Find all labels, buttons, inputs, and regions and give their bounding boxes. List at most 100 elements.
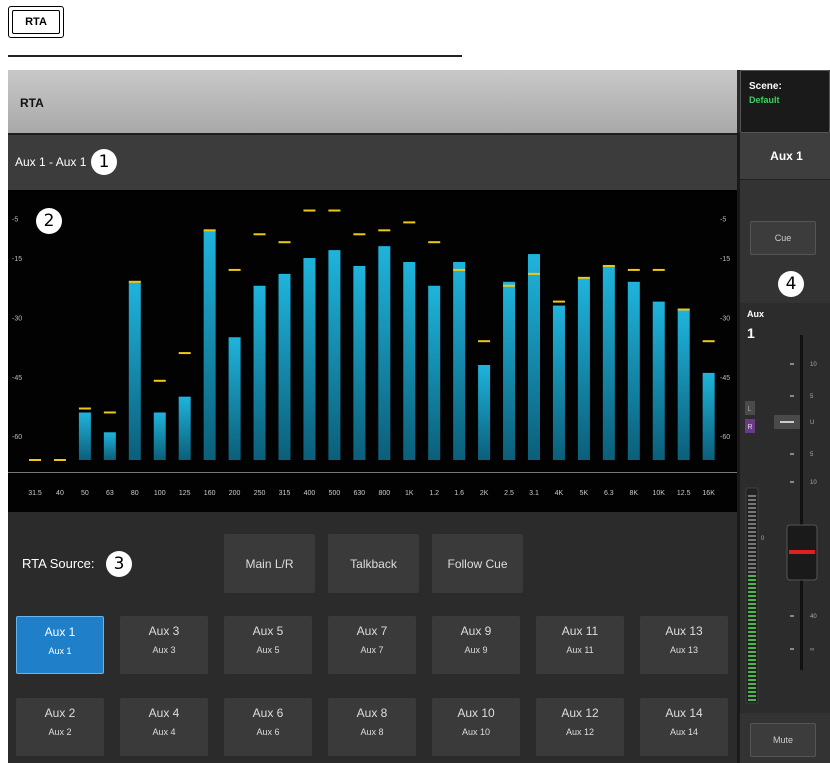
- mute-button[interactable]: Mute: [750, 723, 816, 757]
- x-tick-label: 10K: [653, 490, 666, 497]
- x-tick-label: 2.5: [504, 490, 514, 497]
- fader-svg: L R 0 10 5 U 5 10 40 ∞: [745, 335, 818, 704]
- source-talkback-button[interactable]: Talkback: [328, 534, 419, 593]
- x-tick-label: 1K: [405, 490, 414, 497]
- meter-segment: [748, 579, 756, 581]
- channel-sidebar: Aux 1 Cue 4 Aux 1 L R 0 10 5 U 5 10 40 ∞ Mute: [737, 133, 830, 763]
- aux-button-sublabel: Aux 11: [566, 645, 594, 655]
- aux-button-aux-2[interactable]: Aux 2 Aux 2: [16, 698, 104, 756]
- aux-button-aux-8[interactable]: Aux 8 Aux 8: [328, 698, 416, 756]
- rta-bar: [178, 396, 191, 460]
- x-tick-label: 2K: [480, 490, 489, 497]
- x-tick-label: 500: [329, 490, 341, 497]
- cue-button[interactable]: Cue: [750, 221, 816, 255]
- aux-button-label: Aux 12: [561, 706, 599, 720]
- aux-button-aux-6[interactable]: Aux 6 Aux 6: [224, 698, 312, 756]
- aux-button-sublabel: Aux 14: [669, 727, 699, 737]
- rta-peak-marker: [103, 411, 116, 414]
- x-tick-label: 1.6: [454, 490, 464, 497]
- meter-segment: [748, 631, 756, 633]
- meter-segment: [748, 591, 756, 593]
- meter-segment: [748, 687, 756, 689]
- meter-segment: [748, 699, 756, 701]
- aux-button-aux-14[interactable]: Aux 14 Aux 14: [640, 698, 728, 756]
- meter-segment: [748, 615, 756, 617]
- rta-peak-marker: [328, 209, 341, 212]
- meter-segment: [748, 627, 756, 629]
- aux-button-aux-7[interactable]: Aux 7 Aux 7: [328, 616, 416, 674]
- scene-label: Scene:: [749, 81, 782, 92]
- mixer-app: RTA Scene: Default Aux 1 - Aux 1 1 -5 -5-…: [8, 70, 830, 763]
- meter-segment: [748, 655, 756, 657]
- aux-button-aux-9[interactable]: Aux 9 Aux 9: [432, 616, 520, 674]
- fader-scale-label: 10: [810, 480, 817, 486]
- aux-button-sublabel: Aux 6: [256, 727, 280, 737]
- rta-bar: [203, 230, 216, 460]
- page-title: RTA: [20, 96, 44, 110]
- x-tick-label: 63: [106, 490, 114, 497]
- aux-button-aux-5[interactable]: Aux 5 Aux 5: [224, 616, 312, 674]
- rta-bar: [103, 432, 116, 460]
- aux-button-sublabel: Aux 13: [669, 645, 699, 655]
- x-tick-label: 630: [354, 490, 366, 497]
- rta-peak-marker: [577, 276, 590, 279]
- rta-bar: [128, 281, 141, 460]
- rta-peak-marker: [428, 241, 441, 244]
- rta-bar: [627, 281, 640, 460]
- x-tick-label: 4K: [555, 490, 564, 497]
- y-tick-right: -15: [720, 256, 730, 263]
- meter-segment: [748, 559, 756, 561]
- x-tick-label: 100: [154, 490, 166, 497]
- rta-peak-marker: [228, 268, 241, 271]
- source-main-lr-button[interactable]: Main L/R: [224, 534, 315, 593]
- chart-baseline: [8, 472, 737, 473]
- meter-segment: [748, 643, 756, 645]
- meter-segment: [748, 671, 756, 673]
- x-tick-label: 315: [279, 490, 291, 497]
- aux-button-aux-1[interactable]: Aux 1 Aux 1: [16, 616, 104, 674]
- y-tick-left: -45: [12, 375, 22, 382]
- y-tick-right: -45: [720, 375, 730, 382]
- rta-chart: -5 -5 -15 -15 -30 -30 -45 -45 -60 -60 31.5 40 50 63 80…: [8, 190, 737, 512]
- meter-segment: [748, 607, 756, 609]
- y-tick-left: -30: [12, 315, 22, 322]
- doc-divider: [8, 55, 462, 57]
- rta-bar: [278, 273, 291, 460]
- aux-button-aux-4[interactable]: Aux 4 Aux 4: [120, 698, 208, 756]
- rta-bar: [353, 265, 366, 460]
- meter-segment: [748, 523, 756, 525]
- x-tick-label: 80: [131, 490, 139, 497]
- aux-button-sublabel: Aux 5: [256, 645, 280, 655]
- rta-peak-marker: [203, 229, 216, 232]
- meter-segment: [748, 571, 756, 573]
- scene-value: Default: [749, 95, 780, 105]
- x-tick-label: 31.5: [28, 490, 42, 497]
- right-channel-label: R: [748, 424, 753, 431]
- aux-button-label: Aux 13: [665, 624, 703, 638]
- aux-button-aux-12[interactable]: Aux 12 Aux 12: [536, 698, 624, 756]
- scene-button[interactable]: Scene: Default: [740, 70, 830, 133]
- meter-segment: [748, 575, 756, 577]
- aux-button-aux-13[interactable]: Aux 13 Aux 13: [640, 616, 728, 674]
- aux-button-label: Aux 2: [44, 706, 76, 720]
- callout-badge-2: 2: [36, 208, 62, 234]
- source-follow-cue-button[interactable]: Follow Cue: [432, 534, 523, 593]
- fader-tick: [790, 395, 794, 397]
- aux-button-aux-10[interactable]: Aux 10 Aux 10: [432, 698, 520, 756]
- rta-bar: [552, 305, 565, 460]
- page-header: RTA: [8, 70, 737, 133]
- rta-peak-marker: [552, 300, 565, 303]
- aux-button-sublabel: Aux 4: [152, 727, 176, 737]
- rta-peak-marker: [503, 284, 516, 287]
- x-tick-label: 800: [378, 490, 390, 497]
- meter-segment: [748, 619, 756, 621]
- y-tick-right: -60: [720, 434, 730, 441]
- aux-button-sublabel: Aux 10: [461, 727, 491, 737]
- rta-peak-marker: [453, 268, 466, 271]
- aux-button-aux-3[interactable]: Aux 3 Aux 3: [120, 616, 208, 674]
- doc-tab-rta[interactable]: RTA: [8, 6, 64, 38]
- rta-peak-marker: [253, 233, 266, 236]
- aux-button-aux-11[interactable]: Aux 11 Aux 11: [536, 616, 624, 674]
- rta-bar: [577, 277, 590, 460]
- rta-peak-marker: [602, 264, 615, 267]
